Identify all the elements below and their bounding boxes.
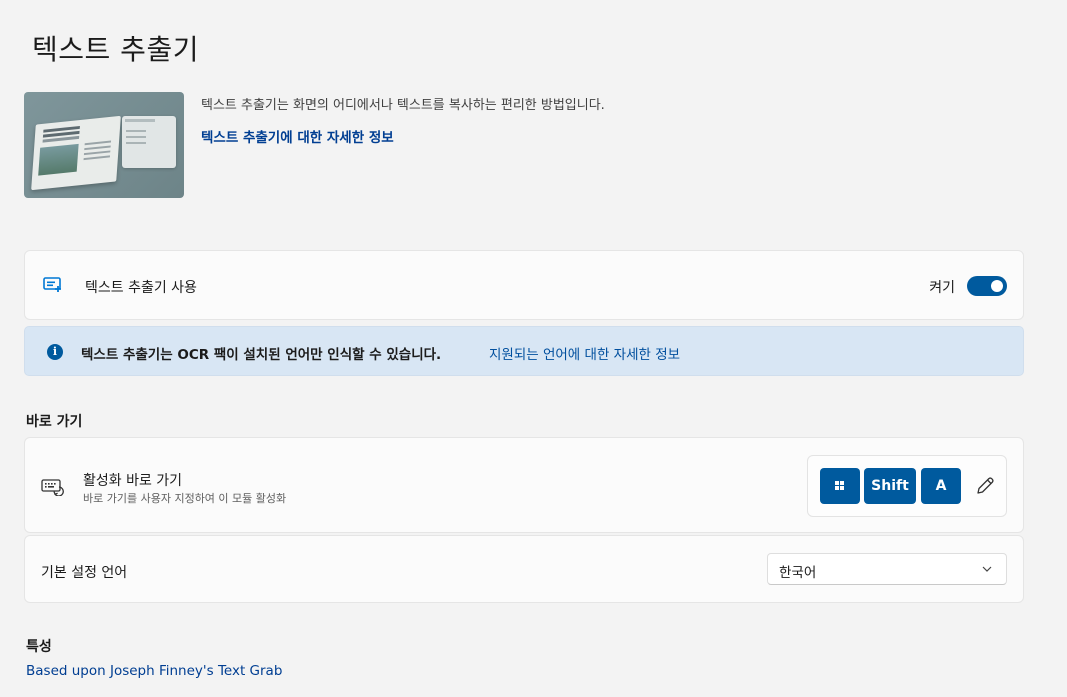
activation-shortcut-card: 활성화 바로 가기 바로 가기를 사용자 지정하여 이 모듈 활성화 Shift…: [24, 437, 1024, 533]
ocr-info-bar: i 텍스트 추출기는 OCR 팩이 설치된 언어만 인식할 수 있습니다. 지원…: [24, 326, 1024, 376]
pencil-edit-icon[interactable]: [974, 475, 996, 497]
language-selected-value: 한국어: [779, 565, 817, 581]
text-grab-attribution-link[interactable]: Based upon Joseph Finney's Text Grab: [26, 663, 282, 679]
preferred-language-label: 기본 설정 언어: [41, 565, 128, 581]
preview-window-illustration: [122, 116, 176, 168]
keyboard-icon: [41, 479, 64, 496]
shortcut-subtitle: 바로 가기를 사용자 지정하여 이 모듈 활성화: [83, 492, 287, 505]
enable-text-extractor-card: 텍스트 추출기 사용 켜기: [24, 250, 1024, 320]
language-dropdown[interactable]: 한국어: [767, 553, 1007, 585]
info-icon: i: [47, 344, 63, 360]
chevron-down-icon: [982, 566, 992, 572]
key-windows: [820, 468, 860, 504]
preferred-language-card: 기본 설정 언어 한국어: [24, 535, 1024, 603]
info-message: 텍스트 추출기는 OCR 팩이 설치된 언어만 인식할 수 있습니다.: [81, 347, 442, 363]
shortcut-keys-group: Shift A: [807, 455, 1007, 517]
toggle-knob: [991, 280, 1003, 292]
supported-languages-link[interactable]: 지원되는 언어에 대한 자세한 정보: [489, 343, 680, 363]
preview-document-illustration: [31, 115, 121, 191]
key-a: A: [921, 468, 961, 504]
key-shift: Shift: [864, 468, 916, 504]
learn-more-link[interactable]: 텍스트 추출기에 대한 자세한 정보: [201, 126, 394, 146]
enable-label: 텍스트 추출기 사용: [85, 280, 197, 296]
text-extractor-app-icon: [43, 277, 61, 292]
text-extractor-preview-image: [24, 92, 184, 198]
hero-description: 텍스트 추출기는 화면의 어디에서나 텍스트를 복사하는 편리한 방법입니다.: [201, 98, 605, 113]
page-title: 텍스트 추출기: [32, 33, 199, 66]
enable-toggle-switch[interactable]: [967, 276, 1007, 296]
toggle-state-label: 켜기: [929, 280, 955, 296]
windows-logo-icon: [835, 481, 845, 491]
attribution-section-heading: 특성: [26, 639, 52, 655]
shortcut-section-heading: 바로 가기: [26, 414, 83, 430]
shortcut-title: 활성화 바로 가기: [83, 473, 183, 489]
